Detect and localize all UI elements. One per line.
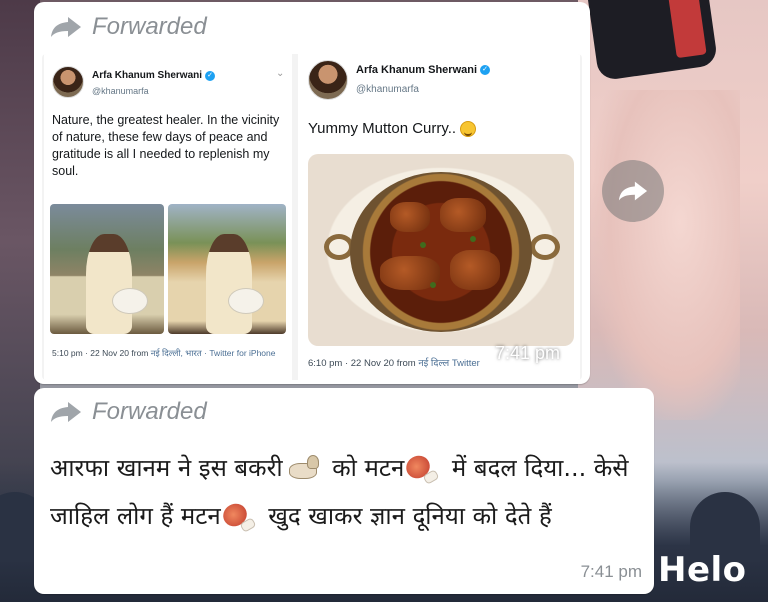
herb: [430, 282, 436, 288]
tweet-text: Nature, the greatest healer. In the vici…: [52, 113, 280, 178]
tweet-meta: 5:10 pm · 22 Nov 20 from नई दिल्ली, भारत…: [52, 347, 288, 359]
photo-goat: [112, 288, 148, 314]
forwarded-indicator: Forwarded: [50, 13, 207, 41]
helo-watermark: Helo: [658, 550, 747, 590]
tweet-meta-time: 5:10 pm · 22 Nov 20 from: [52, 348, 149, 358]
tweet-meta-source: · Twitter for iPhone: [204, 348, 276, 358]
tweet-author-name-text: Arfa Khanum Sherwani: [92, 70, 203, 81]
wallpaper-hand: [590, 90, 740, 420]
forwarded-indicator: Forwarded: [50, 398, 207, 426]
message-text-part: आरफा खानम ने इस बकरी: [50, 454, 283, 482]
tweet-author-name: Arfa Khanum Sherwani ✓: [356, 64, 491, 76]
pan-handle-right: [530, 234, 560, 260]
message-body: आरफा खानम ने इस बकरी को मटन में बदल दिया…: [50, 444, 650, 540]
chevron-down-icon: ⌄: [276, 68, 285, 79]
forward-arrow-icon: [50, 16, 82, 38]
verified-badge-icon: ✓: [480, 65, 491, 75]
forwarded-label: Forwarded: [92, 13, 207, 40]
photo-figure: [206, 234, 252, 334]
tweet-text: Yummy Mutton Curry..: [308, 120, 477, 137]
forwarded-label: Forwarded: [92, 398, 207, 425]
tweet-meta-place: नई दिल्ल: [418, 358, 450, 369]
meat-piece: [450, 250, 500, 290]
goat-emoji-icon: [285, 455, 319, 483]
tweet-meta-source: Twitter: [451, 358, 480, 369]
meat-piece: [440, 198, 486, 232]
forward-arrow-icon: [50, 401, 82, 423]
verified-badge-icon: ✓: [205, 70, 216, 81]
tweet-text-content: Yummy Mutton Curry..: [308, 120, 457, 137]
tweet-author-name: Arfa Khanum Sherwani ✓: [92, 70, 216, 81]
meat-on-bone-emoji-icon: [406, 454, 438, 484]
tweet-author-handle: @khanumarfa: [356, 84, 419, 95]
message-timestamp: 7:41 pm: [580, 562, 642, 581]
chat-message-text[interactable]: Forwarded आरफा खानम ने इस बकरी को मटन मे…: [34, 388, 654, 594]
tweet-screenshot-image[interactable]: Arfa Khanum Sherwani ✓ @khanumarfa ⌄ Nat…: [42, 54, 582, 380]
tweet-photo-mutton-curry: [308, 154, 574, 346]
photo-goat: [228, 288, 264, 314]
message-text-part: खुद खाकर ज्ञान दूनिया को देते हैं: [260, 502, 552, 530]
share-arrow-icon[interactable]: [602, 160, 664, 222]
avatar: [52, 66, 84, 98]
avatar: [308, 60, 348, 100]
tweet-photo-woman-with-goat: [50, 204, 164, 334]
curry-pan: [350, 172, 532, 332]
tweet-card-right: Arfa Khanum Sherwani ✓ @khanumarfa Yummy…: [298, 54, 580, 380]
tweet-author-name-text: Arfa Khanum Sherwani: [356, 64, 478, 76]
herb: [470, 236, 476, 242]
message-timestamp: 7:41 pm: [494, 343, 560, 363]
tweet-author-handle: @khanumarfa: [92, 86, 149, 96]
meat-piece: [390, 202, 430, 232]
message-text-part: को मटन: [324, 454, 405, 482]
tweet-meta-time: 6:10 pm · 22 Nov 20 from: [308, 358, 416, 369]
tweet-meta-place: नई दिल्ली, भारत: [150, 348, 202, 358]
meat-on-bone-emoji-icon: [223, 502, 255, 532]
smiling-face-emoji-icon: [460, 120, 477, 137]
tweet-photo-woman-holding-goat: [168, 204, 286, 334]
tweet-card-left: Arfa Khanum Sherwani ✓ @khanumarfa ⌄ Nat…: [44, 54, 292, 380]
herb: [420, 242, 426, 248]
photo-figure: [86, 234, 132, 334]
chat-message-image[interactable]: Forwarded Arfa Khanum Sherwani ✓ @khanum…: [34, 2, 590, 384]
